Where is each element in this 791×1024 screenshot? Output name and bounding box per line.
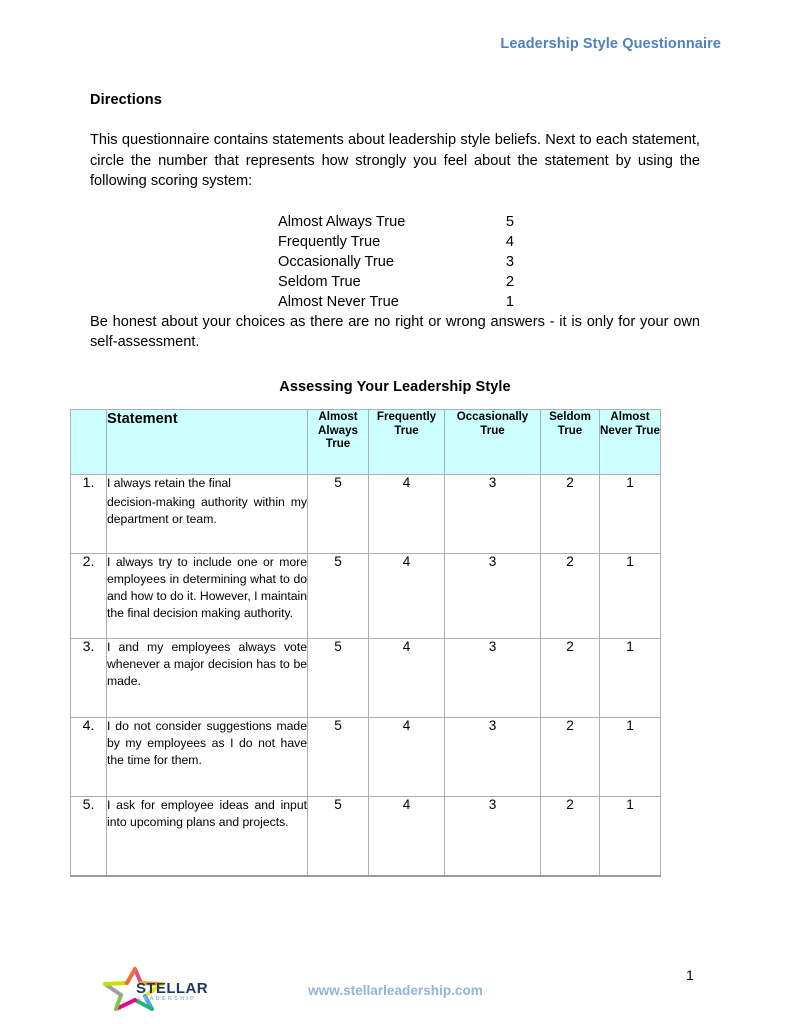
footer-website-link[interactable]: www.stellarleadership.com xyxy=(0,983,791,998)
table-row: 4. I do not consider suggestions made by… xyxy=(70,717,661,797)
column-header-occasionally-true: Occasionally True xyxy=(444,409,541,475)
list-item: Seldom True 2 xyxy=(278,272,608,292)
score-cell-frequently-true[interactable]: 4 xyxy=(368,638,445,718)
list-item: Almost Never True 1 xyxy=(278,292,608,312)
score-cell-almost-never-true[interactable]: 1 xyxy=(599,474,661,554)
score-cell-frequently-true[interactable]: 4 xyxy=(368,553,445,639)
directions-heading: Directions xyxy=(90,92,162,108)
column-header-number xyxy=(70,409,107,475)
score-cell-almost-never-true[interactable]: 1 xyxy=(599,796,661,877)
statement-text: decision-making authority within my depa… xyxy=(107,495,307,526)
score-cell-occasionally-true[interactable]: 3 xyxy=(444,717,541,797)
scoring-value: 3 xyxy=(505,253,514,270)
score-cell-seldom-true[interactable]: 2 xyxy=(540,796,600,877)
score-cell-occasionally-true[interactable]: 3 xyxy=(444,796,541,877)
row-statement: I and my employees always vote whenever … xyxy=(106,638,308,718)
score-cell-seldom-true[interactable]: 2 xyxy=(540,717,600,797)
column-header-almost-never-true: Almost Never True xyxy=(599,409,661,475)
column-header-almost-always-true: Almost Always True xyxy=(307,409,369,475)
score-cell-almost-never-true[interactable]: 1 xyxy=(599,553,661,639)
directions-section: Directions This questionnaire contains s… xyxy=(90,92,700,395)
scoring-system-list: Almost Always True 5 Frequently True 4 O… xyxy=(278,212,608,312)
score-cell-almost-never-true[interactable]: 1 xyxy=(599,638,661,718)
scoring-label: Seldom True xyxy=(278,273,361,290)
column-header-statement: Statement xyxy=(106,409,308,475)
column-header-seldom-true: Seldom True xyxy=(540,409,600,475)
score-cell-almost-always-true[interactable]: 5 xyxy=(307,796,369,877)
scoring-label: Almost Always True xyxy=(278,213,406,230)
score-cell-almost-always-true[interactable]: 5 xyxy=(307,553,369,639)
score-cell-seldom-true[interactable]: 2 xyxy=(540,474,600,554)
list-item: Occasionally True 3 xyxy=(278,252,608,272)
row-number: 2. xyxy=(70,553,107,639)
score-cell-almost-always-true[interactable]: 5 xyxy=(307,638,369,718)
scoring-value: 4 xyxy=(505,233,514,250)
scoring-label: Almost Never True xyxy=(278,293,399,310)
row-number: 1. xyxy=(70,474,107,554)
list-item: Frequently True 4 xyxy=(278,232,608,252)
scoring-value: 1 xyxy=(505,293,514,310)
score-cell-almost-always-true[interactable]: 5 xyxy=(307,717,369,797)
table-row: 1. I always retain the final decision-mak… xyxy=(70,474,661,554)
row-statement: I always try to include one or more empl… xyxy=(106,553,308,639)
score-cell-occasionally-true[interactable]: 3 xyxy=(444,553,541,639)
score-cell-seldom-true[interactable]: 2 xyxy=(540,638,600,718)
page-number: 1 xyxy=(686,968,694,984)
scoring-label: Occasionally True xyxy=(278,253,394,270)
score-cell-seldom-true[interactable]: 2 xyxy=(540,553,600,639)
table-header-row: Statement Almost Always True Frequently … xyxy=(70,409,661,475)
row-number: 3. xyxy=(70,638,107,718)
assessment-title: Assessing Your Leadership Style xyxy=(279,378,511,395)
assessment-table-wrapper: Statement Almost Always True Frequently … xyxy=(70,409,661,877)
score-cell-almost-always-true[interactable]: 5 xyxy=(307,474,369,554)
column-header-frequently-true: Frequently True xyxy=(368,409,445,475)
row-statement: I do not consider suggestions made by my… xyxy=(106,717,308,797)
scoring-value: 2 xyxy=(505,273,514,290)
document-page: Leadership Style Questionnaire Direction… xyxy=(0,0,791,1024)
assessment-table: Statement Almost Always True Frequently … xyxy=(70,409,661,877)
statement-first-line: I always retain the final xyxy=(107,476,231,490)
table-row: 5. I ask for employee ideas and input in… xyxy=(70,796,661,877)
score-cell-frequently-true[interactable]: 4 xyxy=(368,796,445,877)
score-cell-occasionally-true[interactable]: 3 xyxy=(444,638,541,718)
row-number: 4. xyxy=(70,717,107,797)
row-statement: I ask for employee ideas and input into … xyxy=(106,796,308,877)
directions-intro-paragraph: This questionnaire contains statements a… xyxy=(90,132,700,189)
score-cell-almost-never-true[interactable]: 1 xyxy=(599,717,661,797)
scoring-label: Frequently True xyxy=(278,233,381,250)
score-cell-occasionally-true[interactable]: 3 xyxy=(444,474,541,554)
scoring-value: 5 xyxy=(505,213,514,230)
table-row: 2. I always try to include one or more e… xyxy=(70,553,661,639)
table-body: 1. I always retain the final decision-mak… xyxy=(70,474,661,877)
table-row: 3. I and my employees always vote whenev… xyxy=(70,638,661,718)
running-head: Leadership Style Questionnaire xyxy=(500,36,721,52)
score-cell-frequently-true[interactable]: 4 xyxy=(368,717,445,797)
row-statement: I always retain the final decision-making… xyxy=(106,474,308,554)
list-item: Almost Always True 5 xyxy=(278,212,608,232)
row-number: 5. xyxy=(70,796,107,877)
honesty-note-paragraph: Be honest about your choices as there ar… xyxy=(90,313,700,351)
table-header: Statement Almost Always True Frequently … xyxy=(70,409,661,475)
score-cell-frequently-true[interactable]: 4 xyxy=(368,474,445,554)
